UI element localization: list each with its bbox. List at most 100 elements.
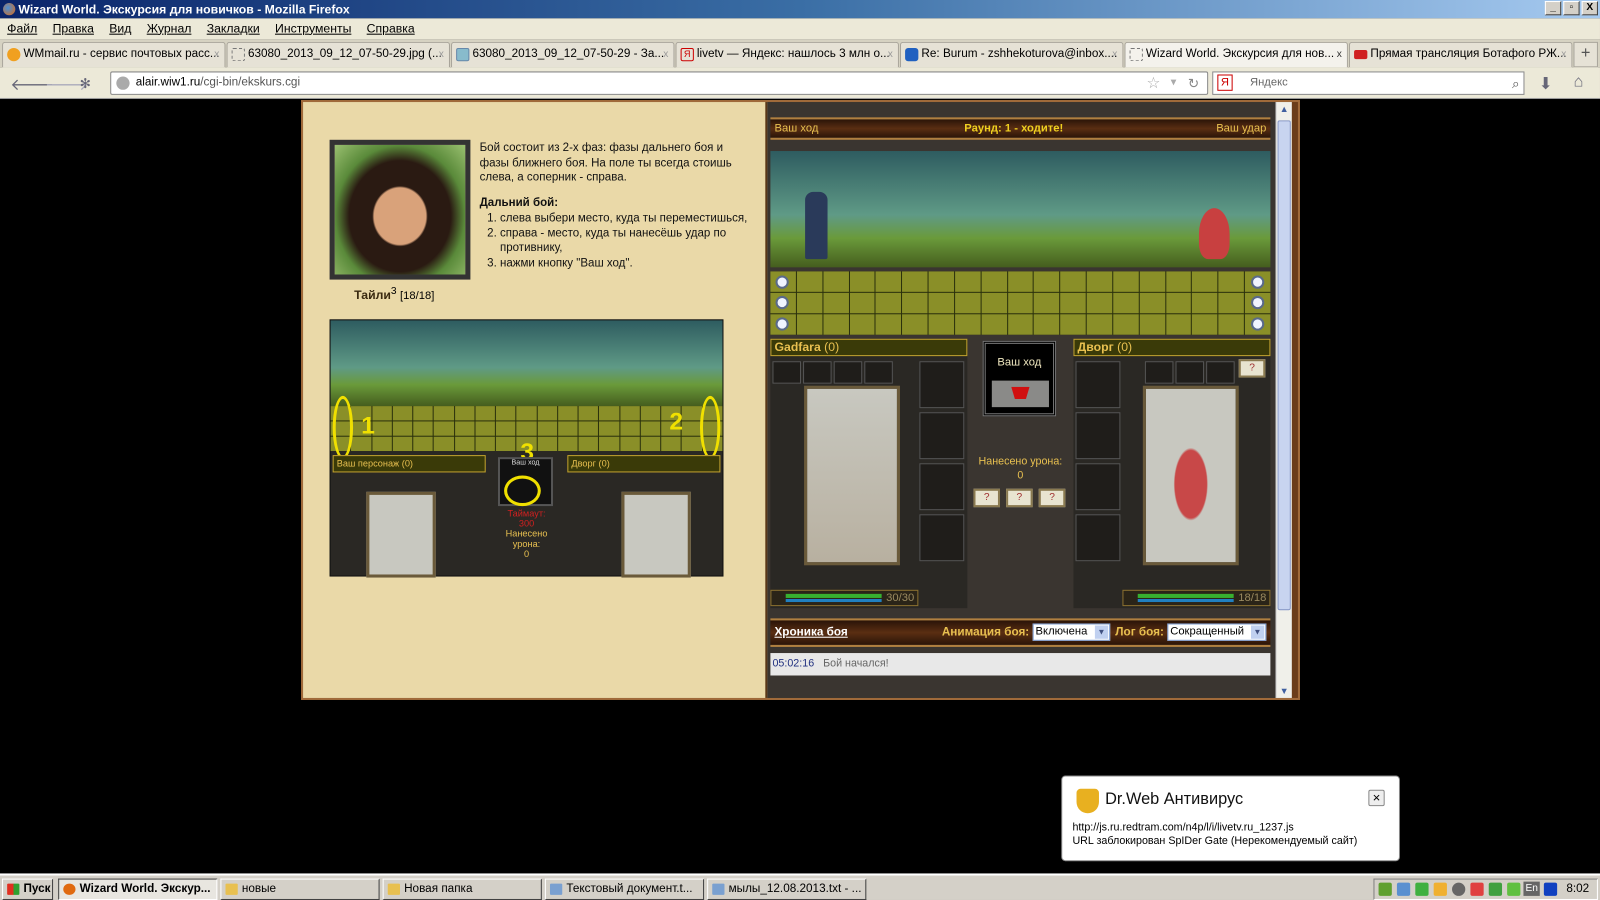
unknown-item-button[interactable]: ?: [1038, 488, 1066, 508]
tray-icon[interactable]: [1488, 882, 1503, 896]
grid-cell[interactable]: [954, 271, 981, 292]
grid-cell[interactable]: [796, 292, 823, 314]
scrollbar-thumb[interactable]: [1277, 120, 1291, 611]
grid-cell[interactable]: [1139, 271, 1165, 292]
tab-close-button[interactable]: x: [888, 43, 893, 66]
taskbar-item-firefox[interactable]: Wizard World. Экскур...: [58, 878, 218, 900]
grid-cell[interactable]: [1165, 292, 1192, 314]
tab-close-button[interactable]: x: [1561, 43, 1566, 66]
bookmark-star-icon[interactable]: ☆: [1146, 72, 1160, 93]
grid-cell[interactable]: [902, 292, 928, 314]
strike-position-2[interactable]: [1251, 295, 1265, 310]
tab-close-button[interactable]: x: [1337, 43, 1342, 66]
scrollbar[interactable]: ▲ ▼: [1275, 102, 1292, 698]
grid-cell[interactable]: [1218, 292, 1245, 314]
taskbar-item-folder[interactable]: новые: [220, 878, 380, 900]
tab-image-1[interactable]: 63080_2013_09_12_07-50-29.jpg (... x: [226, 41, 450, 68]
grid-cell[interactable]: [1139, 292, 1165, 314]
tab-live[interactable]: Прямая трансляция Ботафого РЖ... x: [1348, 41, 1573, 68]
tray-icon[interactable]: [1452, 882, 1466, 896]
restore-button[interactable]: ▫: [1563, 1, 1580, 16]
grid-cell[interactable]: [902, 271, 928, 292]
grid-cell[interactable]: [1060, 271, 1086, 292]
grid-cell[interactable]: [1192, 271, 1218, 292]
helmet-slot[interactable]: [1075, 361, 1121, 409]
tab-image-2[interactable]: 63080_2013_09_12_07-50-29 - За... x: [451, 41, 675, 68]
grid-cell[interactable]: [928, 271, 954, 292]
grid-cell[interactable]: [796, 314, 823, 335]
tab-close-button[interactable]: x: [1112, 43, 1117, 66]
download-icon[interactable]: ⬇: [1539, 73, 1553, 93]
tab-close-button[interactable]: x: [439, 43, 444, 66]
grid-cell[interactable]: [1060, 292, 1086, 314]
tab-yandex[interactable]: Яlivetv — Яндекс: нашлось 3 млн о... x: [675, 41, 899, 68]
grid-cell[interactable]: [875, 314, 902, 335]
weapon-slot[interactable]: [1075, 412, 1121, 460]
grid-cell[interactable]: [928, 292, 954, 314]
grid-cell[interactable]: [823, 292, 849, 314]
shield-slot[interactable]: [919, 514, 965, 562]
grid-cell[interactable]: [823, 271, 849, 292]
media-icon[interactable]: [1543, 882, 1558, 896]
addons-icon[interactable]: ✻: [80, 76, 91, 92]
taskbar-item-folder[interactable]: Новая папка: [382, 878, 542, 900]
menu-help[interactable]: Справка: [367, 21, 415, 36]
grid-cell[interactable]: [902, 314, 928, 335]
battle-grid[interactable]: [770, 271, 1271, 335]
unknown-item-button[interactable]: ?: [1238, 359, 1266, 378]
log-select[interactable]: Сокращенный ▼: [1167, 623, 1267, 642]
grid-cell[interactable]: [1192, 314, 1218, 335]
shield-slot[interactable]: [1075, 514, 1121, 562]
grid-cell[interactable]: [1034, 292, 1060, 314]
grid-cell[interactable]: [1218, 314, 1245, 335]
drweb-tray-icon[interactable]: [1378, 882, 1392, 896]
menu-edit[interactable]: Правка: [53, 21, 94, 36]
grid-cell[interactable]: [1060, 314, 1086, 335]
scroll-up-icon[interactable]: ▲: [1280, 104, 1289, 114]
grid-cell[interactable]: [849, 271, 875, 292]
tab-wizard-world[interactable]: Wizard World. Экскурсия для нов... x: [1124, 41, 1348, 68]
menu-bookmarks[interactable]: Закладки: [207, 21, 260, 36]
equipment-slot[interactable]: [1206, 361, 1235, 384]
menu-tools[interactable]: Инструменты: [275, 21, 351, 36]
grid-cell[interactable]: [1218, 271, 1245, 292]
menu-view[interactable]: Вид: [109, 21, 131, 36]
taskbar-item-notepad[interactable]: мылы_12.08.2013.txt - ...: [707, 878, 867, 900]
move-position-3[interactable]: [775, 317, 789, 331]
grid-cell[interactable]: [1113, 271, 1139, 292]
tray-icon[interactable]: [1507, 882, 1521, 896]
grid-cell[interactable]: [796, 271, 823, 292]
home-icon[interactable]: ⌂: [1573, 73, 1583, 91]
grid-cell[interactable]: [875, 271, 902, 292]
grid-cell[interactable]: [1007, 292, 1034, 314]
scroll-down-icon[interactable]: ▼: [1280, 686, 1289, 696]
strike-position-1[interactable]: [1251, 275, 1265, 289]
language-indicator[interactable]: En: [1523, 881, 1541, 896]
move-position-2[interactable]: [775, 295, 789, 310]
search-icon[interactable]: ⌕: [1512, 72, 1519, 93]
grid-cell[interactable]: [1034, 314, 1060, 335]
menu-history[interactable]: Журнал: [147, 21, 192, 36]
equipment-slot[interactable]: [1144, 361, 1174, 384]
equipment-slot[interactable]: [803, 361, 832, 384]
url-bar[interactable]: alair.wiw1.ru/cgi-bin/ekskurs.cgi ☆ ▾ ↻: [110, 71, 1209, 95]
chronicle-link[interactable]: Хроника боя: [774, 627, 847, 639]
weapon-slot[interactable]: [919, 412, 965, 460]
armor-slot[interactable]: [919, 463, 965, 511]
grid-cell[interactable]: [928, 314, 954, 335]
your-turn-button[interactable]: Ваш ход: [982, 340, 1057, 417]
strike-position-3[interactable]: [1251, 317, 1265, 331]
equipment-slot[interactable]: [864, 361, 893, 384]
grid-cell[interactable]: [1165, 314, 1192, 335]
close-window-button[interactable]: X: [1581, 1, 1598, 16]
grid-cell[interactable]: [849, 292, 875, 314]
popup-close-button[interactable]: ×: [1368, 789, 1385, 807]
grid-cell[interactable]: [849, 314, 875, 335]
grid-cell[interactable]: [981, 314, 1007, 335]
grid-cell[interactable]: [1165, 271, 1192, 292]
animation-select[interactable]: Включена ▼: [1032, 623, 1111, 642]
grid-cell[interactable]: [1192, 292, 1218, 314]
equipment-slot[interactable]: [833, 361, 863, 384]
move-position-1[interactable]: [775, 275, 789, 289]
dropdown-icon[interactable]: ▾: [1171, 72, 1177, 93]
